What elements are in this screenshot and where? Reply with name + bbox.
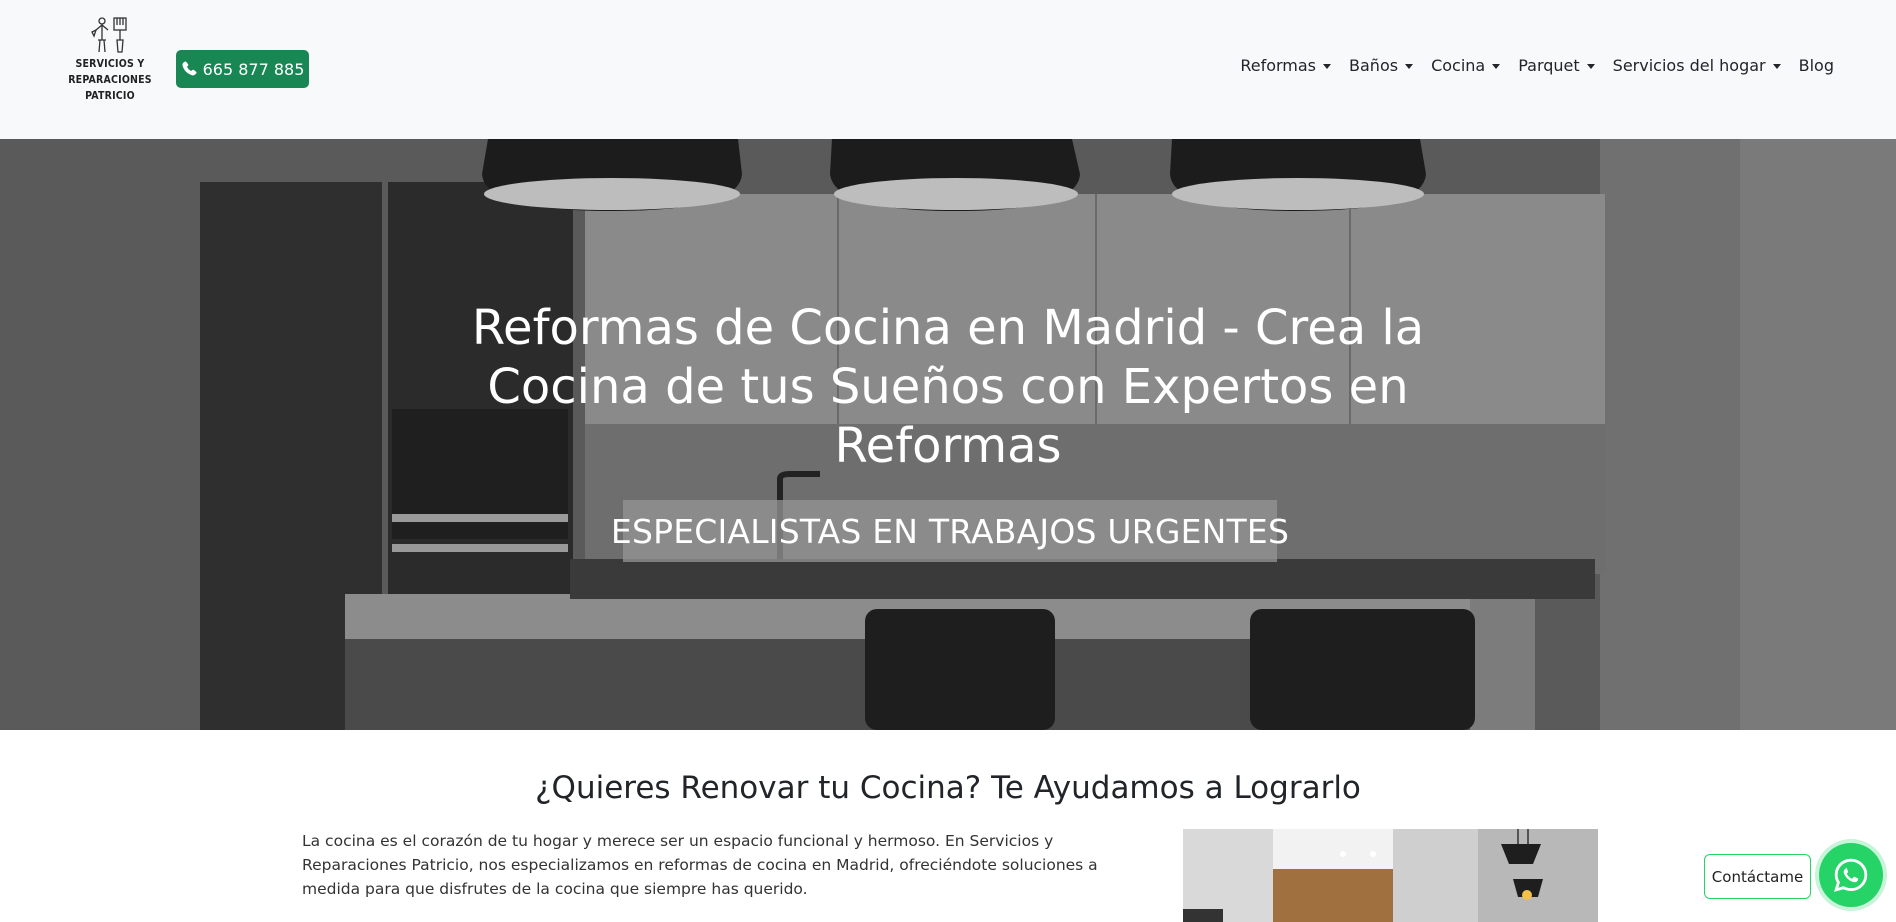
chevron-down-icon xyxy=(1492,64,1501,69)
nav-item-reformas[interactable]: Reformas xyxy=(1240,56,1332,75)
chevron-down-icon xyxy=(1405,64,1414,69)
phone-number: 665 877 885 xyxy=(202,59,305,79)
hero-section: Reformas de Cocina en Madrid - Crea la C… xyxy=(0,139,1896,730)
hero-badge: ESPECIALISTAS EN TRABAJOS URGENTES xyxy=(611,500,1289,562)
intro-title: ¿Quieres Renovar tu Cocina? Te Ayudamos … xyxy=(535,770,1361,806)
nav-item-label: Parquet xyxy=(1518,56,1580,75)
phone-icon xyxy=(182,61,197,76)
hero-title: Reformas de Cocina en Madrid - Crea la C… xyxy=(471,300,1425,474)
intro-text: La cocina es el corazón de tu hogar y me… xyxy=(302,832,1098,898)
phone-button[interactable]: 665 877 885 xyxy=(176,50,309,88)
nav-item-label: Reformas xyxy=(1240,56,1317,75)
kitchen-photo xyxy=(1183,829,1598,922)
contact-button[interactable]: Contáctame xyxy=(1704,854,1811,899)
navbar: SERVICIOS Y REPARACIONES PATRICIO 665 87… xyxy=(0,0,1896,139)
whatsapp-button[interactable] xyxy=(1819,843,1883,907)
whatsapp-icon xyxy=(1834,858,1868,892)
nav-item-blog[interactable]: Blog xyxy=(1799,56,1834,75)
chevron-down-icon xyxy=(1772,64,1781,69)
nav-item-label: Blog xyxy=(1798,56,1834,75)
nav-item-servicios-hogar[interactable]: Servicios del hogar xyxy=(1613,56,1781,75)
logo-text: SERVICIOS Y REPARACIONES PATRICIO xyxy=(68,58,152,102)
nav-item-label: Cocina xyxy=(1431,56,1486,75)
main-nav: Reformas Baños Cocina Parquet Servicios … xyxy=(1240,56,1834,75)
nav-item-label: Servicios del hogar xyxy=(1612,56,1766,75)
nav-item-parquet[interactable]: Parquet xyxy=(1518,56,1595,75)
kitchen-photo-image xyxy=(1183,829,1598,922)
nav-item-banos[interactable]: Baños xyxy=(1349,56,1414,75)
tools-logo-icon xyxy=(91,17,127,53)
nav-item-cocina[interactable]: Cocina xyxy=(1431,56,1501,75)
chevron-down-icon xyxy=(1323,64,1332,69)
chevron-down-icon xyxy=(1586,64,1595,69)
site-logo[interactable]: SERVICIOS Y REPARACIONES PATRICIO xyxy=(66,16,154,110)
nav-item-label: Baños xyxy=(1349,56,1399,75)
